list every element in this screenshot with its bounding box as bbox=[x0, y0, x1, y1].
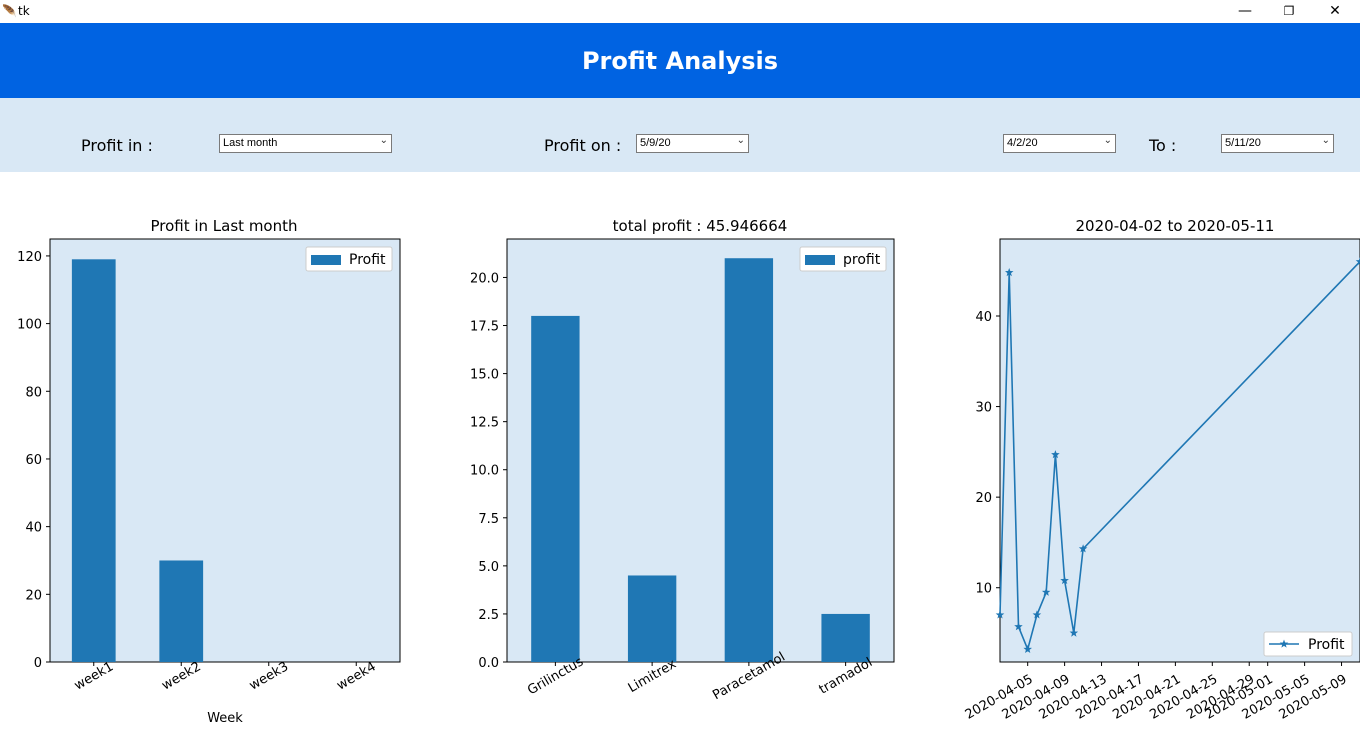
y-tick-label: 20 bbox=[25, 588, 42, 603]
bar-week2 bbox=[159, 560, 204, 662]
y-tick-label: 100 bbox=[17, 318, 42, 333]
chart-title: 2020-04-02 to 2020-05-11 bbox=[1076, 217, 1275, 235]
y-tick-label: 17.5 bbox=[470, 320, 499, 335]
y-tick-label: 40 bbox=[975, 310, 992, 325]
profit-timeline-chart: 2020-04-02 to 2020-05-11102030402020-04-… bbox=[963, 217, 1360, 723]
y-tick-label: 15.0 bbox=[470, 368, 499, 383]
y-tick-label: 5.0 bbox=[478, 560, 499, 575]
y-tick-label: 80 bbox=[25, 385, 42, 400]
y-tick-label: 20.0 bbox=[470, 271, 499, 286]
legend-swatch bbox=[805, 255, 835, 265]
y-tick-label: 60 bbox=[25, 453, 42, 468]
y-tick-label: 30 bbox=[975, 401, 992, 416]
y-tick-label: 0 bbox=[34, 656, 42, 671]
plot-area bbox=[999, 238, 1360, 663]
product-profit-chart: total profit : 45.946664 0.0 2.5 5.0 7.5 10.0… bbox=[470, 217, 895, 703]
charts-canvas: Profit in Last month020406080100120week1… bbox=[17, 217, 1360, 726]
y-tick-label: 7.5 bbox=[478, 512, 499, 527]
legend-label: Profit bbox=[1308, 637, 1345, 653]
y-tick-label: 0.0 bbox=[478, 656, 499, 671]
y-tick-label: 2.5 bbox=[478, 608, 499, 623]
legend-swatch bbox=[311, 255, 341, 265]
y-tick-label: 20 bbox=[975, 491, 992, 506]
legend-label: Profit bbox=[349, 252, 386, 268]
y-tick-label: 12.5 bbox=[470, 416, 499, 431]
chart-title: total profit : 45.946664 bbox=[613, 217, 788, 235]
legend-label: profit bbox=[843, 252, 881, 268]
y-tick-label: 40 bbox=[25, 521, 42, 536]
y-tick-label: 10 bbox=[975, 582, 992, 597]
y-tick-label: 10.0 bbox=[470, 464, 499, 479]
x-axis-label: Week bbox=[207, 711, 243, 726]
weekly-profit-chart: Profit in Last month020406080100120week1… bbox=[17, 217, 401, 726]
chart-title: Profit in Last month bbox=[150, 217, 297, 235]
bar-grilinctus bbox=[531, 315, 580, 662]
bar-limitrex bbox=[627, 575, 677, 662]
bar-tramadol bbox=[821, 613, 870, 662]
bar-week1 bbox=[71, 259, 116, 662]
bar-paracetamol bbox=[724, 258, 774, 662]
y-tick-label: 120 bbox=[17, 250, 42, 265]
